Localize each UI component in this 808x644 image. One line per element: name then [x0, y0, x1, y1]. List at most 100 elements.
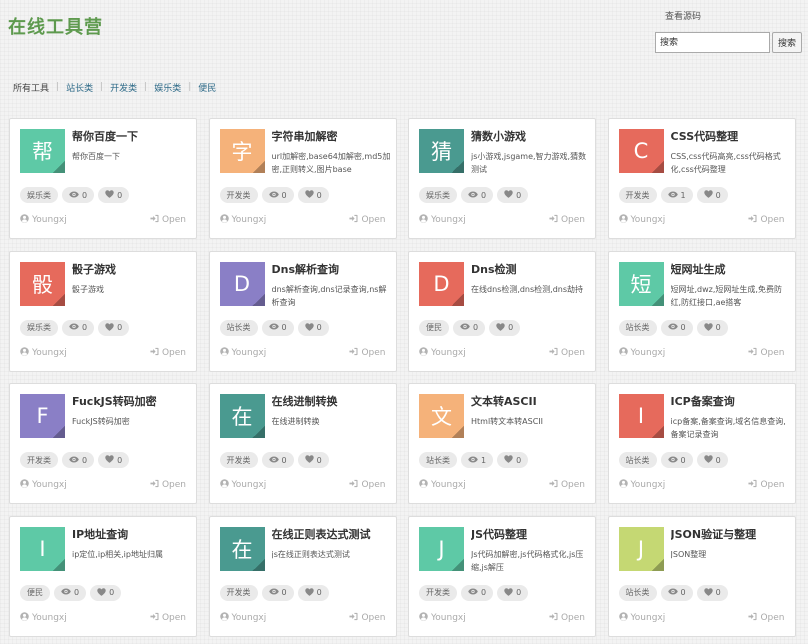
likes-badge[interactable]: 0 — [297, 584, 329, 601]
likes-badge[interactable]: 0 — [297, 319, 329, 336]
tool-card[interactable]: 字 字符串加解密 url加解密,base64加解密,md5加密,正则转义,图片bas… — [208, 118, 397, 239]
tool-avatar[interactable]: 字 — [219, 129, 265, 173]
tool-card[interactable]: I ICP备案查询 icp备案,备案查询,域名信息查询,备案记录查询 站长类 0 0 You… — [607, 383, 796, 504]
tool-avatar[interactable]: D — [219, 261, 265, 306]
breadcrumb-item[interactable]: 便民 — [198, 81, 216, 94]
tool-avatar[interactable]: 在 — [219, 394, 265, 438]
tool-avatar[interactable]: 帮 — [20, 129, 65, 173]
tool-title[interactable]: 猜数小游戏 — [471, 128, 591, 144]
category-badge[interactable]: 便民 — [419, 319, 449, 336]
likes-badge[interactable]: 0 — [497, 452, 529, 468]
tool-avatar[interactable]: I — [618, 394, 664, 438]
tool-card[interactable]: F FuckJS转码加密 FuckJS转码加密 开发类 0 0 Youngxj Open — [9, 383, 197, 504]
category-badge[interactable]: 站长类 — [618, 452, 657, 468]
likes-badge[interactable]: 0 — [489, 319, 521, 336]
likes-badge[interactable]: 0 — [98, 452, 130, 468]
category-badge[interactable]: 站长类 — [618, 319, 657, 336]
likes-badge[interactable]: 0 — [90, 584, 122, 601]
open-link[interactable]: Open — [349, 612, 386, 624]
open-link[interactable]: Open — [349, 479, 386, 491]
category-badge[interactable]: 娱乐类 — [20, 187, 58, 203]
open-link[interactable]: Open — [549, 347, 585, 359]
tool-avatar[interactable]: C — [618, 129, 664, 173]
breadcrumb-item[interactable]: 所有工具 — [13, 81, 49, 94]
tool-avatar[interactable]: 短 — [618, 261, 664, 306]
tool-title[interactable]: 帮你百度一下 — [72, 128, 192, 144]
breadcrumb-item[interactable]: 开发类 — [110, 81, 137, 94]
category-badge[interactable]: 开发类 — [20, 452, 58, 468]
tool-title[interactable]: JSON验证与整理 — [671, 526, 791, 542]
tool-title[interactable]: 在线进制转换 — [272, 393, 392, 409]
search-button[interactable]: 搜索 — [772, 32, 802, 53]
tool-title[interactable]: IP地址查询 — [72, 526, 192, 542]
likes-badge[interactable]: 0 — [297, 187, 329, 203]
search-input[interactable] — [655, 32, 770, 53]
tool-title[interactable]: 字符串加解密 — [272, 128, 392, 144]
category-badge[interactable]: 开发类 — [219, 452, 258, 468]
tool-title[interactable]: ICP备案查询 — [671, 393, 791, 409]
tool-avatar[interactable]: F — [20, 394, 65, 438]
tool-card[interactable]: D Dns检测 在线dns检测,dns检测,dns劫持 便民 0 0 Youngxj Open — [408, 250, 596, 372]
likes-badge[interactable]: 0 — [696, 584, 728, 601]
open-link[interactable]: Open — [150, 612, 186, 624]
open-link[interactable]: Open — [349, 347, 386, 359]
tool-title[interactable]: 文本转ASCII — [471, 393, 591, 409]
tool-card[interactable]: I IP地址查询 ip定位,ip相关,ip地址归属 便民 0 0 Youngxj Open — [9, 515, 197, 637]
tool-avatar[interactable]: 猜 — [419, 129, 464, 173]
open-link[interactable]: Open — [549, 479, 585, 491]
open-link[interactable]: Open — [150, 479, 186, 491]
open-link[interactable]: Open — [748, 479, 785, 491]
tool-title[interactable]: 短网址生成 — [671, 261, 791, 277]
category-badge[interactable]: 便民 — [20, 584, 50, 601]
tool-card[interactable]: D Dns解析查询 dns解析查询,dns记录查询,ns解析查询 站长类 0 0 Young… — [208, 250, 397, 372]
likes-badge[interactable]: 0 — [497, 187, 529, 203]
open-link[interactable]: Open — [349, 214, 386, 226]
tool-card[interactable]: J JS代码整理 Js代码加解密,js代码格式化,js压缩,js解压 开发类 0 0 You… — [408, 515, 596, 637]
tool-card[interactable]: 在 在线正则表达式测试 js在线正则表达式测试 开发类 0 0 Youngxj Open — [208, 515, 397, 637]
likes-badge[interactable]: 0 — [297, 452, 329, 468]
tool-avatar[interactable]: J — [419, 526, 464, 571]
category-badge[interactable]: 娱乐类 — [20, 319, 58, 336]
open-link[interactable]: Open — [150, 214, 186, 226]
open-link[interactable]: Open — [748, 612, 785, 624]
tool-avatar[interactable]: 骰 — [20, 261, 65, 306]
likes-badge[interactable]: 0 — [696, 319, 728, 336]
tool-card[interactable]: J JSON验证与整理 JSON整理 站长类 0 0 Youngxj Open — [607, 515, 796, 637]
tool-title[interactable]: JS代码整理 — [471, 526, 591, 542]
category-badge[interactable]: 站长类 — [419, 452, 457, 468]
likes-badge[interactable]: 0 — [696, 187, 728, 203]
category-badge[interactable]: 开发类 — [419, 584, 457, 601]
tool-avatar[interactable]: D — [419, 261, 464, 306]
likes-badge[interactable]: 0 — [497, 584, 529, 601]
category-badge[interactable]: 开发类 — [618, 187, 657, 203]
tool-card[interactable]: 猜 猜数小游戏 js小游戏,jsgame,智力游戏,猜数测试 娱乐类 0 0 Youngxj… — [408, 118, 596, 239]
open-link[interactable]: Open — [549, 612, 585, 624]
tool-card[interactable]: 帮帮你百度一下 帮你百度一下 娱乐类 0 0 Youngxj Open — [9, 118, 197, 239]
tool-avatar[interactable]: 文 — [419, 394, 464, 438]
open-link[interactable]: Open — [549, 214, 585, 226]
open-link[interactable]: Open — [748, 347, 785, 359]
tool-avatar[interactable]: 在 — [219, 526, 265, 571]
tool-title[interactable]: Dns解析查询 — [272, 261, 392, 277]
category-badge[interactable]: 开发类 — [219, 584, 258, 601]
tool-title[interactable]: 在线正则表达式测试 — [272, 526, 392, 542]
open-link[interactable]: Open — [748, 214, 785, 226]
likes-badge[interactable]: 0 — [98, 187, 130, 203]
breadcrumb-item[interactable]: 娱乐类 — [154, 81, 181, 94]
tool-title[interactable]: CSS代码整理 — [671, 128, 791, 144]
tool-title[interactable]: 骰子游戏 — [72, 261, 192, 277]
likes-badge[interactable]: 0 — [696, 452, 728, 468]
likes-badge[interactable]: 0 — [98, 319, 130, 336]
tool-card[interactable]: 骰骰子游戏 骰子游戏 娱乐类 0 0 Youngxj Open — [9, 250, 197, 372]
category-badge[interactable]: 站长类 — [219, 319, 258, 336]
tool-card[interactable]: 在在线进制转换 在线进制转换 开发类 0 0 Youngxj Open — [208, 383, 397, 504]
category-badge[interactable]: 开发类 — [219, 187, 258, 203]
category-badge[interactable]: 站长类 — [618, 584, 657, 601]
tool-card[interactable]: C CSS代码整理 CSS,css代码高亮,css代码格式化,css代码整理 开发类 1… — [607, 118, 796, 239]
view-source-link[interactable]: 查看源码 — [665, 9, 701, 22]
site-logo[interactable]: 在线工具营 — [8, 13, 103, 39]
tool-avatar[interactable]: I — [20, 526, 65, 571]
tool-card[interactable]: 短 短网址生成 短网址,dwz,短网址生成,免费防红,防红接口,ae搭客 站长类 0 0 Y… — [607, 250, 796, 372]
open-link[interactable]: Open — [150, 347, 186, 359]
category-badge[interactable]: 娱乐类 — [419, 187, 457, 203]
